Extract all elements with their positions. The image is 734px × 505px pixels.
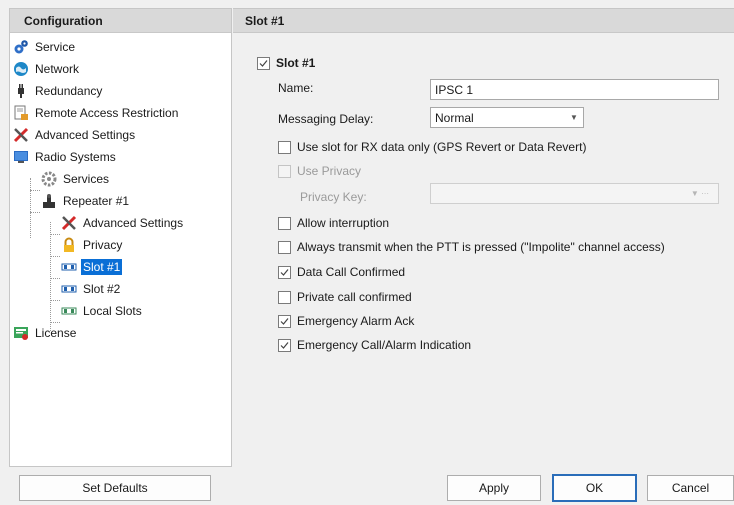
set-defaults-button[interactable]: Set Defaults	[19, 475, 211, 501]
emergency-alarm-ack-checkbox[interactable]	[278, 314, 291, 328]
tree-item-remote-access-restriction[interactable]: Remote Access Restriction	[13, 103, 180, 123]
allow-interruption-checkbox[interactable]	[278, 216, 291, 230]
name-label: Name:	[278, 81, 314, 95]
tree-item-label: Slot #1	[81, 259, 123, 275]
always-transmit-label: Always transmit when the PTT is pressed …	[297, 240, 665, 254]
tree-item-advanced-settings[interactable]: Advanced Settings	[13, 125, 137, 145]
emergency-call-indication-row: Emergency Call/Alarm Indication	[278, 336, 471, 354]
tree-item-repeater-advanced-settings[interactable]: Advanced Settings	[61, 213, 185, 233]
tree-item-services[interactable]: Services	[41, 169, 111, 189]
license-icon	[13, 325, 29, 341]
gears-icon	[13, 39, 29, 55]
gear-icon	[41, 171, 57, 187]
emergency-alarm-ack-label: Emergency Alarm Ack	[297, 314, 415, 328]
rx-data-only-label: Use slot for RX data only (GPS Revert or…	[297, 140, 587, 154]
name-value: IPSC 1	[435, 82, 474, 97]
tree-item-network[interactable]: Network	[13, 59, 81, 79]
private-call-confirmed-row: Private call confirmed	[278, 288, 412, 306]
configuration-panel: Configuration Service Network Redundancy…	[9, 8, 232, 467]
monitor-icon	[13, 149, 29, 165]
slot-icon	[61, 281, 77, 297]
tree-item-label: Slot #2	[83, 282, 121, 296]
messaging-delay-dropdown[interactable]: Normal ▼	[430, 107, 584, 128]
tree-item-label: Radio Systems	[35, 150, 116, 164]
messaging-delay-label: Messaging Delay:	[278, 112, 374, 126]
local-slots-icon	[61, 303, 77, 319]
slot-enable-label: Slot #1	[276, 56, 316, 70]
configuration-header: Configuration	[10, 9, 231, 33]
data-call-confirmed-label: Data Call Confirmed	[297, 265, 406, 279]
tree-item-label: Service	[35, 40, 76, 54]
tree-item-local-slots[interactable]: Local Slots	[61, 301, 144, 321]
tree-item-label: License	[35, 326, 77, 340]
tree-item-license[interactable]: License	[13, 323, 78, 343]
tree-item-redundancy[interactable]: Redundancy	[13, 81, 104, 101]
globe-icon	[13, 61, 29, 77]
emergency-alarm-ack-row: Emergency Alarm Ack	[278, 312, 414, 330]
private-call-confirmed-checkbox[interactable]	[278, 290, 291, 304]
tree-item-slot-1[interactable]: Slot #1	[61, 257, 123, 277]
padlock-icon	[61, 237, 77, 253]
slot-icon	[61, 259, 77, 275]
private-call-confirmed-label: Private call confirmed	[297, 290, 412, 304]
tree-item-label: Network	[35, 62, 80, 76]
tree-item-radio-systems[interactable]: Radio Systems	[13, 147, 118, 167]
tools-icon	[13, 127, 29, 143]
use-privacy-label: Use Privacy	[297, 164, 362, 178]
use-privacy-row: Use Privacy	[278, 162, 361, 180]
tree-item-label: Local Slots	[83, 304, 142, 318]
data-call-confirmed-row: Data Call Confirmed	[278, 263, 405, 281]
emergency-call-indication-checkbox[interactable]	[278, 338, 291, 352]
slot-enable-row: Slot #1	[257, 54, 315, 72]
tree-item-label: Redundancy	[35, 84, 103, 98]
tree-item-service[interactable]: Service	[13, 37, 77, 57]
tree-item-label: Advanced Settings	[35, 128, 136, 142]
document-lock-icon	[13, 105, 29, 121]
tree-item-label: Advanced Settings	[83, 216, 184, 230]
tree-item-label: Repeater #1	[63, 194, 130, 208]
tree-item-privacy[interactable]: Privacy	[61, 235, 124, 255]
configuration-tree: Service Network Redundancy Remote Access…	[10, 33, 231, 340]
privacy-key-dropdown[interactable]: ▼ ···	[430, 183, 719, 204]
always-transmit-checkbox[interactable]	[278, 240, 291, 254]
use-privacy-checkbox[interactable]	[278, 164, 291, 178]
allow-interruption-label: Allow interruption	[297, 216, 390, 230]
ok-button[interactable]: OK	[552, 474, 637, 502]
privacy-key-label: Privacy Key:	[300, 190, 367, 204]
tools-icon	[61, 215, 77, 231]
plug-icon	[13, 83, 29, 99]
repeater-icon	[41, 193, 57, 209]
chevron-down-icon: ▼	[570, 113, 578, 122]
slot-panel-header: Slot #1	[233, 9, 734, 33]
tree-item-repeater-1[interactable]: Repeater #1	[41, 191, 131, 211]
chevron-down-icon: ▼ ···	[690, 189, 710, 198]
rx-data-only-row: Use slot for RX data only (GPS Revert or…	[278, 138, 586, 156]
tree-item-slot-2[interactable]: Slot #2	[61, 279, 122, 299]
messaging-delay-value: Normal	[435, 110, 474, 125]
tree-item-label: Privacy	[83, 238, 123, 252]
always-transmit-row: Always transmit when the PTT is pressed …	[278, 238, 665, 256]
data-call-confirmed-checkbox[interactable]	[278, 265, 291, 279]
emergency-call-indication-label: Emergency Call/Alarm Indication	[297, 338, 472, 352]
slot-settings-panel: Slot #1 Slot #1 Name: IPSC 1 Messaging D…	[233, 8, 734, 467]
tree-item-label: Remote Access Restriction	[35, 106, 179, 120]
apply-button[interactable]: Apply	[447, 475, 541, 501]
rx-data-only-checkbox[interactable]	[278, 140, 291, 154]
name-input[interactable]: IPSC 1	[430, 79, 719, 100]
allow-interruption-row: Allow interruption	[278, 214, 389, 232]
slot-enable-checkbox[interactable]	[257, 56, 270, 70]
cancel-button[interactable]: Cancel	[647, 475, 734, 501]
tree-item-label: Services	[63, 172, 110, 186]
